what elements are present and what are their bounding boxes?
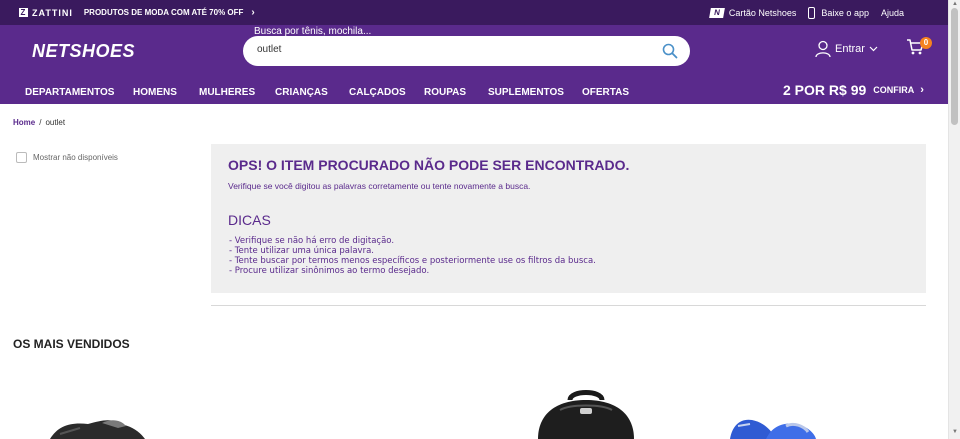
product-image-backpack[interactable] bbox=[530, 388, 642, 439]
phone-icon bbox=[808, 6, 816, 19]
not-found-title: OPS! O ITEM PROCURADO NÃO PODE SER ENCON… bbox=[228, 157, 630, 173]
zattini-mark-icon: Z bbox=[19, 8, 28, 17]
tip-item: - Tente buscar por termos menos específi… bbox=[229, 256, 596, 266]
not-found-subtitle: Verifique se você digitou as palavras co… bbox=[228, 181, 531, 191]
tip-item: - Tente utilizar uma única palavra. bbox=[229, 246, 374, 256]
login-button[interactable]: Entrar bbox=[815, 40, 878, 58]
unavailable-filter[interactable]: Mostrar não disponíveis bbox=[16, 152, 118, 163]
unavailable-checkbox[interactable] bbox=[16, 152, 27, 163]
promo-banner-link[interactable]: 2 POR R$ 99 CONFIRA › bbox=[783, 82, 924, 98]
section-divider bbox=[211, 305, 926, 306]
cart-count-badge: 0 bbox=[920, 37, 932, 49]
product-image-sneakers[interactable] bbox=[726, 414, 818, 439]
zattini-brand: ZATTINI bbox=[32, 7, 73, 18]
tip-item: - Procure utilizar sinônimos ao termo de… bbox=[229, 266, 430, 276]
best-sellers-title: OS MAIS VENDIDOS bbox=[13, 337, 130, 351]
scroll-up-icon[interactable]: ▲ bbox=[952, 1, 958, 7]
nav-item-criancas[interactable]: CRIANÇAS bbox=[275, 87, 328, 98]
login-label: Entrar bbox=[835, 43, 865, 55]
unavailable-label: Mostrar não disponíveis bbox=[33, 153, 118, 162]
netshoes-logo[interactable]: NETSHOES bbox=[32, 41, 135, 62]
user-icon bbox=[815, 40, 831, 58]
card-label: Cartão Netshoes bbox=[728, 7, 797, 18]
nav-item-suplementos[interactable]: SUPLEMENTOS bbox=[488, 87, 564, 98]
breadcrumb-separator: / bbox=[39, 118, 42, 127]
breadcrumb: Home / outlet bbox=[13, 118, 65, 127]
help-link[interactable]: Ajuda bbox=[881, 8, 904, 18]
scrollbar-thumb[interactable] bbox=[951, 8, 958, 125]
promo-small-text: CONFIRA bbox=[873, 85, 915, 95]
chevron-down-icon bbox=[869, 46, 878, 52]
zattini-promo-link[interactable]: PRODUTOS DE MODA COM ATÉ 70% OFF bbox=[84, 8, 244, 17]
help-label: Ajuda bbox=[880, 7, 904, 18]
card-icon: N bbox=[708, 7, 725, 18]
search-icon[interactable] bbox=[662, 43, 678, 59]
card-link[interactable]: N Cartão Netshoes bbox=[708, 7, 797, 18]
main-header: NETSHOES Busca por tênis, mochila... Ent… bbox=[0, 25, 948, 104]
chevron-right-icon: › bbox=[251, 7, 255, 18]
tips-list: - Verifique se não há erro de digitação.… bbox=[229, 236, 596, 276]
search-input[interactable] bbox=[257, 44, 637, 55]
nav-item-mulheres[interactable]: MULHERES bbox=[199, 87, 255, 98]
breadcrumb-current: outlet bbox=[45, 118, 66, 127]
app-label: Baixe o app bbox=[821, 7, 869, 18]
product-image-shoe[interactable] bbox=[40, 414, 150, 439]
chevron-right-icon: › bbox=[920, 84, 924, 96]
cart-button[interactable]: 0 bbox=[906, 37, 932, 59]
zattini-logo[interactable]: Z ZATTINI bbox=[19, 8, 73, 18]
nav-item-homens[interactable]: HOMENS bbox=[133, 87, 177, 98]
top-promo-bar: Z ZATTINI PRODUTOS DE MODA COM ATÉ 70% O… bbox=[0, 0, 948, 25]
not-found-panel: OPS! O ITEM PROCURADO NÃO PODE SER ENCON… bbox=[211, 144, 926, 293]
top-links: N Cartão Netshoes Baixe o app Ajuda bbox=[698, 0, 904, 25]
promo-big-text: 2 POR R$ 99 bbox=[783, 82, 867, 98]
breadcrumb-home[interactable]: Home bbox=[13, 118, 35, 127]
search-bar bbox=[243, 36, 690, 66]
nav-item-ofertas[interactable]: OFERTAS bbox=[582, 87, 629, 98]
tips-title: DICAS bbox=[228, 212, 271, 228]
nav-item-departamentos[interactable]: DEPARTAMENTOS bbox=[25, 87, 114, 98]
tip-item: - Verifique se não há erro de digitação. bbox=[229, 236, 395, 246]
nav-item-calcados[interactable]: CALÇADOS bbox=[349, 87, 406, 98]
scroll-down-icon[interactable]: ▼ bbox=[952, 429, 958, 435]
nav-item-roupas[interactable]: ROUPAS bbox=[424, 87, 466, 98]
page-scrollbar[interactable]: ▲ ▼ bbox=[948, 0, 960, 439]
app-link[interactable]: Baixe o app bbox=[808, 6, 869, 19]
